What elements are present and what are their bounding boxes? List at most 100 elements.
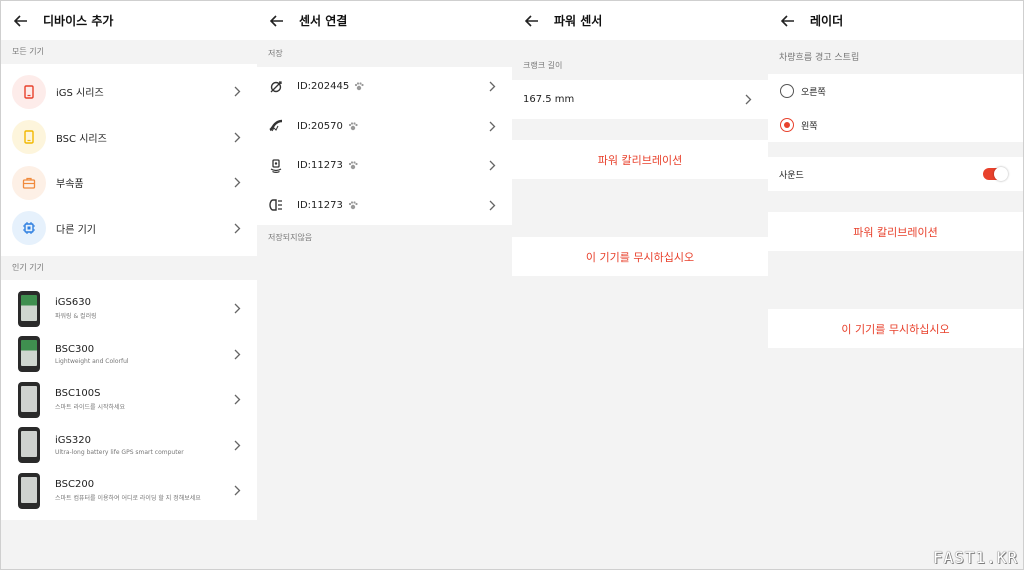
section-all-devices-label: 모든 기기 xyxy=(12,47,44,56)
chevron-right-icon xyxy=(489,121,496,132)
toggle-knob xyxy=(994,167,1008,181)
device-image xyxy=(18,336,40,373)
device-subtitle: 스마트 라이드를 시작하세요 xyxy=(55,404,126,412)
category-label: BSC 시리즈 xyxy=(56,133,107,145)
traffic-strip-label: 차량흐름 경고 스트립 xyxy=(779,53,860,63)
chevron-right-icon xyxy=(489,200,496,211)
saved-sensor-list: ID:202445 ID:20570 ID:11273 ID:11273 xyxy=(257,67,512,225)
device-image xyxy=(18,427,40,464)
category-bsc-series[interactable]: BSC 시리즈 xyxy=(1,115,257,161)
back-button[interactable] xyxy=(1,1,41,40)
device-category-list: iGS 시리즈 BSC 시리즈 부속품 다른 기기 xyxy=(1,64,257,256)
sensor-id: ID:202445 xyxy=(297,81,350,93)
device-subtitle: 파워링 & 컬러링 xyxy=(55,313,97,321)
device-subtitle: 스마트 컴퓨터를 이용하여 어디로 라이딩 할 지 정해보세요 xyxy=(55,495,201,503)
radio-label: 왼쪽 xyxy=(801,121,818,132)
category-other-devices[interactable]: 다른 기기 xyxy=(1,206,257,252)
chevron-right-icon xyxy=(234,303,241,314)
page-title: 디바이스 추가 xyxy=(43,14,114,28)
popular-device-igs630[interactable]: iGS630 파워링 & 컬러링 xyxy=(1,286,257,332)
heart-rate-sensor-icon xyxy=(268,118,284,134)
radio-circle-selected xyxy=(780,118,794,132)
radar-sensor-icon xyxy=(268,158,284,174)
device-image xyxy=(18,381,40,418)
popular-device-bsc200[interactable]: BSC200 스마트 컴퓨터를 이용하여 어디로 라이딩 할 지 정해보세요 xyxy=(1,468,257,514)
radar-panel: 레이더 차량흐름 경고 스트립 오른쪽 왼쪽 사운드 파워 칼리브레이션 이 기… xyxy=(768,1,1023,569)
chevron-right-icon xyxy=(234,394,241,405)
chevron-right-icon xyxy=(489,81,496,92)
top-bar: 파워 센서 xyxy=(512,1,768,40)
top-bar: 디바이스 추가 xyxy=(1,1,257,40)
add-device-panel: 디바이스 추가 모든 기기 iGS 시리즈 BSC 시리즈 부속품 다른 기기 … xyxy=(1,1,257,569)
toolbox-icon xyxy=(12,165,46,200)
device-name: BSC200 xyxy=(55,479,95,491)
phone-device-icon xyxy=(12,120,46,155)
arrow-left-icon xyxy=(525,14,538,27)
light-sensor-icon xyxy=(268,197,284,213)
device-name: iGS630 xyxy=(55,297,91,309)
crank-length-label: 크랭크 길이 xyxy=(523,61,563,70)
top-bar: 센서 연결 xyxy=(257,1,512,40)
chevron-right-icon xyxy=(234,440,241,451)
page-title: 센서 연결 xyxy=(299,14,348,28)
sound-row: 사운드 xyxy=(768,157,1023,191)
paw-icon xyxy=(348,201,358,210)
sound-toggle[interactable] xyxy=(983,167,1008,181)
chevron-right-icon xyxy=(234,177,241,188)
chevron-right-icon xyxy=(234,132,241,143)
ignore-device-button[interactable]: 이 기기를 무시하십시오 xyxy=(512,237,768,276)
back-button[interactable] xyxy=(512,1,552,40)
popular-device-bsc100s[interactable]: BSC100S 스마트 라이드를 시작하세요 xyxy=(1,377,257,423)
sensor-item[interactable]: ID:202445 xyxy=(257,67,512,107)
sensor-connect-panel: 센서 연결 저장 ID:202445 ID:20570 ID:11273 ID:… xyxy=(257,1,512,569)
ignore-device-button[interactable]: 이 기기를 무시하십시오 xyxy=(768,309,1023,348)
sensor-item[interactable]: ID:11273 xyxy=(257,146,512,186)
radio-circle xyxy=(780,84,794,98)
power-calibration-button[interactable]: 파워 칼리브레이션 xyxy=(768,212,1023,251)
device-name: BSC300 xyxy=(55,343,95,355)
sensor-id: ID:11273 xyxy=(297,199,343,211)
sensor-id: ID:20570 xyxy=(297,120,343,132)
arrow-left-icon xyxy=(14,14,27,27)
category-label: iGS 시리즈 xyxy=(56,88,104,100)
section-saved-label: 저장 xyxy=(268,49,283,58)
device-image xyxy=(18,472,40,509)
page-title: 레이더 xyxy=(810,14,844,28)
popular-device-list: iGS630 파워링 & 컬러링 BSC300 Lightweight and … xyxy=(1,280,257,520)
chevron-right-icon xyxy=(234,86,241,97)
popular-device-igs320[interactable]: iGS320 Ultra-long battery life GPS smart… xyxy=(1,423,257,469)
arrow-left-icon xyxy=(270,14,283,27)
popular-device-bsc300[interactable]: BSC300 Lightweight and Colorful xyxy=(1,332,257,378)
power-calibration-button[interactable]: 파워 칼리브레이션 xyxy=(512,140,768,179)
chevron-right-icon xyxy=(745,94,752,105)
sensor-item[interactable]: ID:20570 xyxy=(257,107,512,147)
radio-left[interactable]: 왼쪽 xyxy=(768,108,1023,142)
sound-label: 사운드 xyxy=(779,170,804,181)
paw-icon xyxy=(354,82,364,91)
crank-length-value: 167.5 mm xyxy=(523,94,575,105)
chevron-right-icon xyxy=(489,160,496,171)
back-button[interactable] xyxy=(257,1,297,40)
crank-length-row[interactable]: 167.5 mm xyxy=(512,80,768,119)
category-label: 다른 기기 xyxy=(56,224,96,236)
radio-right[interactable]: 오른쪽 xyxy=(768,74,1023,108)
cadence-sensor-icon xyxy=(268,79,284,95)
page-title: 파워 센서 xyxy=(554,14,603,28)
chip-icon xyxy=(12,211,46,246)
sensor-id: ID:11273 xyxy=(297,160,343,172)
strip-side-options: 오른쪽 왼쪽 xyxy=(768,74,1023,142)
category-igs-series[interactable]: iGS 시리즈 xyxy=(1,69,257,115)
device-name: BSC100S xyxy=(55,388,101,400)
chevron-right-icon xyxy=(234,485,241,496)
chevron-right-icon xyxy=(234,223,241,234)
device-name: iGS320 xyxy=(55,434,91,446)
device-subtitle: Lightweight and Colorful xyxy=(55,357,129,365)
category-accessories[interactable]: 부속품 xyxy=(1,160,257,206)
arrow-left-icon xyxy=(781,14,794,27)
back-button[interactable] xyxy=(768,1,808,40)
radio-label: 오른쪽 xyxy=(801,87,826,98)
category-label: 부속품 xyxy=(56,179,84,191)
watermark: FAST1.KR xyxy=(932,548,1018,567)
sensor-item[interactable]: ID:11273 xyxy=(257,186,512,226)
device-subtitle: Ultra-long battery life GPS smart comput… xyxy=(55,448,184,456)
